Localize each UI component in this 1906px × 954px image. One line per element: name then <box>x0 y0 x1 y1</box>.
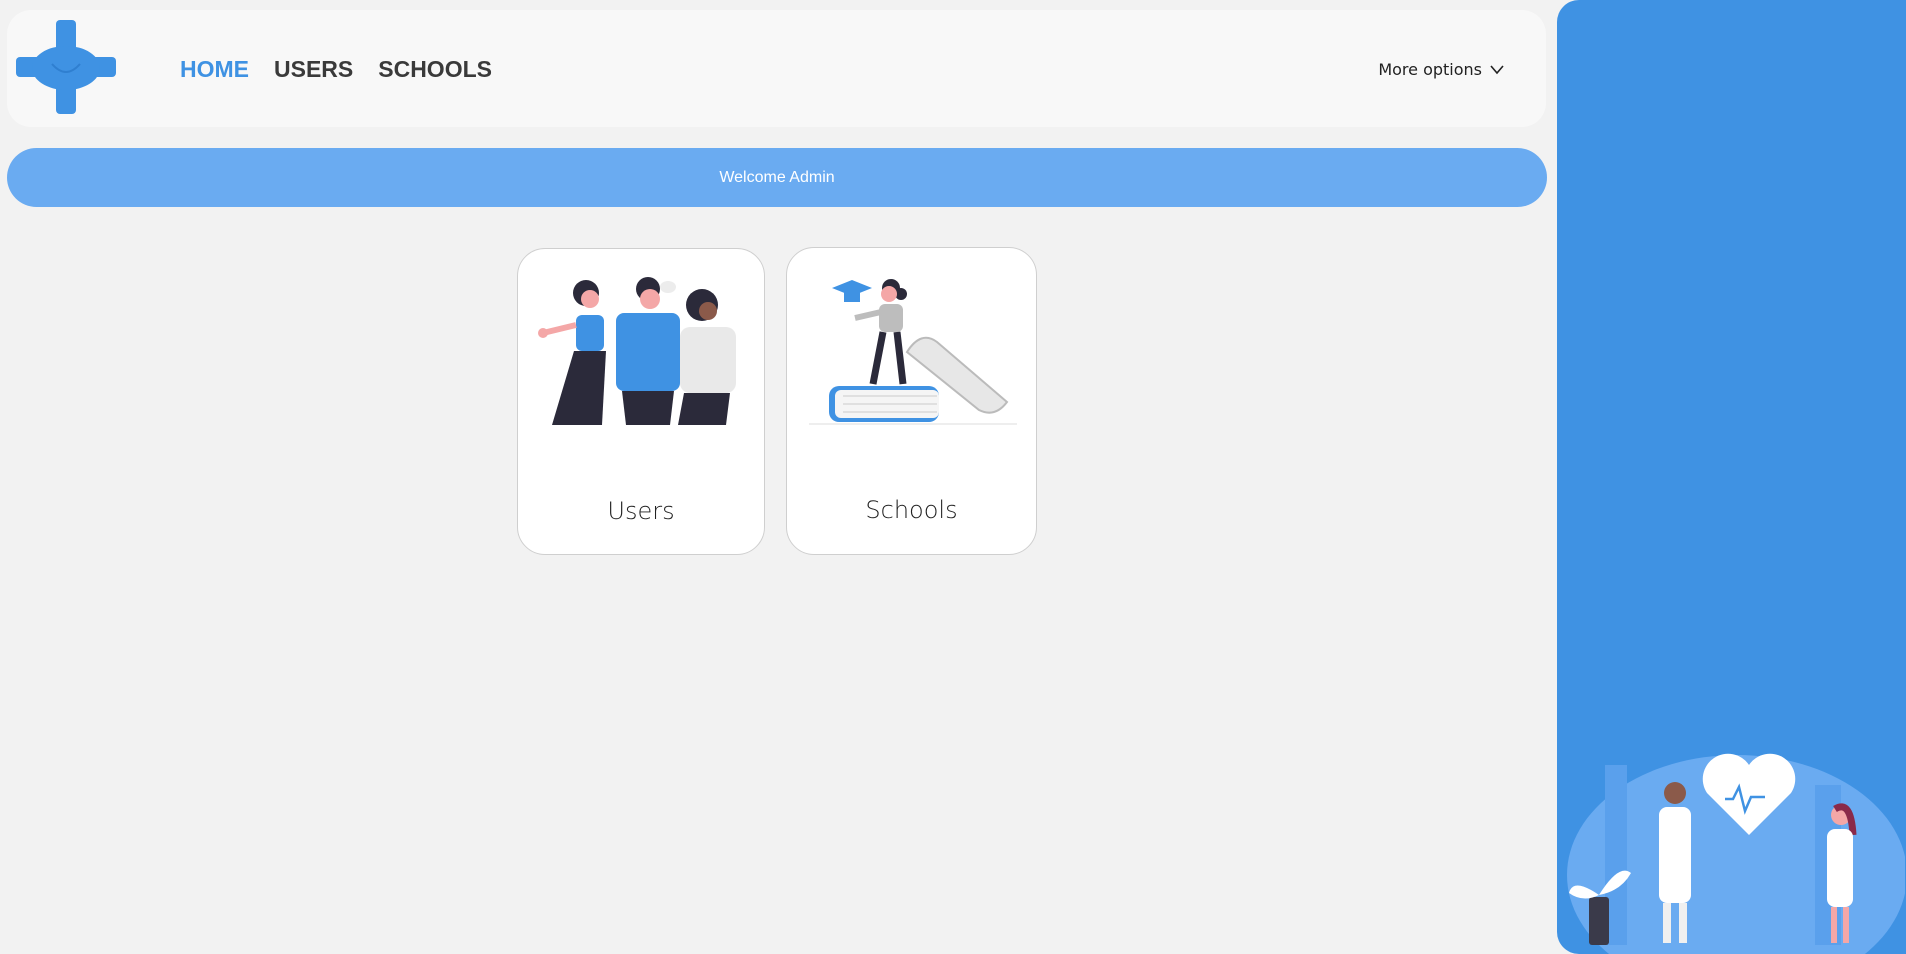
medical-logo-icon[interactable] <box>16 20 116 114</box>
schools-card[interactable]: Schools <box>786 247 1037 555</box>
welcome-text: Welcome Admin <box>719 168 835 186</box>
nav-links: HOME USERS SCHOOLS <box>180 56 492 83</box>
doctors-heart-illustration <box>1567 753 1905 954</box>
welcome-banner: Welcome Admin <box>7 148 1547 207</box>
schools-card-label: Schools <box>865 496 958 524</box>
chevron-down-icon <box>1490 64 1504 74</box>
top-navbar: HOME USERS SCHOOLS More options <box>7 10 1546 127</box>
people-group-illustration <box>538 277 736 425</box>
more-options-label: More options <box>1378 60 1482 79</box>
student-on-books-illustration <box>809 279 1017 425</box>
nav-users[interactable]: USERS <box>274 56 353 83</box>
nav-schools[interactable]: SCHOOLS <box>378 56 492 83</box>
more-options-dropdown[interactable]: More options <box>1378 60 1504 79</box>
nav-home[interactable]: HOME <box>180 56 249 83</box>
users-card-label: Users <box>607 497 675 525</box>
side-panel <box>1557 0 1906 954</box>
users-card[interactable]: Users <box>517 248 765 555</box>
